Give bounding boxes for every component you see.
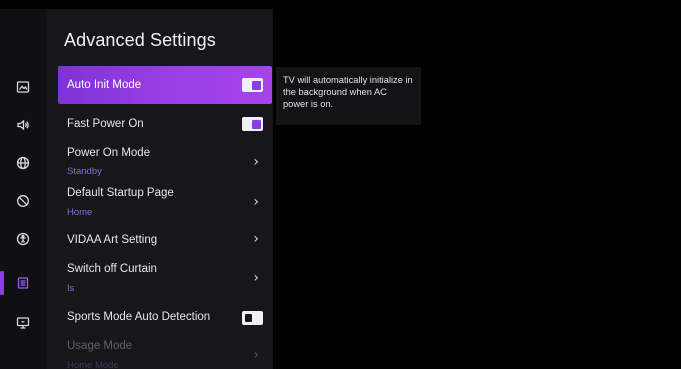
chevron-right-icon: › [253,347,259,363]
rail-item-support[interactable] [0,305,46,341]
rail-item-picture[interactable] [0,69,46,105]
power-on-mode-value: Standby [67,166,102,177]
usage-mode-label: Usage Mode [67,340,133,352]
rail-item-accessibility[interactable] [0,221,46,257]
toggle-knob [245,314,252,322]
sports-mode-auto-detection-row[interactable]: Sports Mode Auto Detection [58,305,272,331]
usage-mode-value: Home Mode [67,360,119,369]
auto-init-mode-toggle[interactable] [242,78,263,92]
default-startup-page-value: Home [67,207,93,218]
switch-off-curtain-value: Is [67,283,75,294]
system-icon [17,277,29,289]
toggle-knob [252,80,261,90]
privacy-icon [17,195,29,207]
sports-mode-auto-detection-label: Sports Mode Auto Detection [67,311,211,323]
chevron-right-icon: › [253,231,259,247]
usage-mode-row[interactable]: Usage Mode Home Mode › [58,336,272,369]
chevron-right-icon: › [253,194,259,210]
toggle-knob [252,119,261,129]
setting-description: TV will automatically initialize in the … [276,67,421,125]
globe-icon [16,156,30,170]
power-on-mode-label: Power On Mode [67,147,151,159]
auto-init-mode-label: Auto Init Mode [67,79,142,91]
vidaa-art-setting-row[interactable]: VIDAA Art Setting › [58,227,272,253]
fast-power-on-label: Fast Power On [67,118,144,130]
sports-mode-auto-detection-toggle[interactable] [242,311,263,325]
settings-panel: Advanced Settings Auto Init Mode Fast Po… [46,9,273,369]
switch-off-curtain-label: Switch off Curtain [67,263,157,275]
switch-off-curtain-row[interactable]: Switch off Curtain Is › [58,259,272,299]
rail-item-system[interactable] [0,265,46,301]
picture-icon [16,81,30,93]
rail-item-sound[interactable] [0,107,46,143]
sound-icon [17,119,29,131]
accessibility-icon [16,232,30,246]
fast-power-on-toggle[interactable] [242,117,263,131]
auto-init-mode-row[interactable]: Auto Init Mode [58,66,272,104]
rail-item-privacy[interactable] [0,183,46,219]
category-rail [0,9,46,369]
chevron-right-icon: › [253,270,259,286]
rail-item-network[interactable] [0,145,46,181]
vidaa-art-setting-label: VIDAA Art Setting [67,234,158,246]
fast-power-on-row[interactable]: Fast Power On [58,109,272,139]
tv-screen: Advanced Settings Auto Init Mode Fast Po… [0,0,681,369]
support-icon [16,317,30,329]
power-on-mode-row[interactable]: Power On Mode Standby › [58,144,272,182]
default-startup-page-row[interactable]: Default Startup Page Home › [58,183,272,223]
default-startup-page-label: Default Startup Page [67,187,174,199]
chevron-right-icon: › [253,154,259,170]
page-title: Advanced Settings [64,30,216,50]
